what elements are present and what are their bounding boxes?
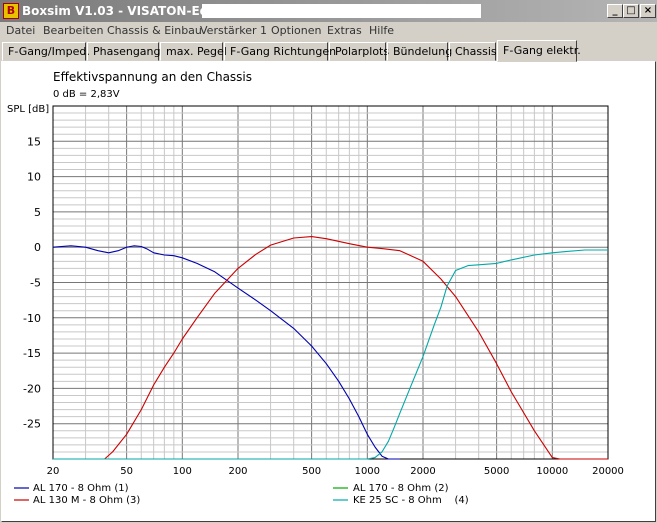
tab-chassis[interactable]: Chassis bbox=[449, 42, 497, 61]
tab-f-gang-elektr[interactable]: F-Gang elektr. bbox=[497, 40, 581, 62]
menu-optionen[interactable]: Optionen bbox=[271, 24, 321, 37]
grid bbox=[53, 106, 608, 459]
tab-phasengang[interactable]: Phasengang bbox=[87, 42, 161, 61]
series-lines bbox=[52, 236, 608, 460]
menu-bar: Datei Bearbeiten Chassis & Einbau Verstä… bbox=[0, 22, 657, 40]
title-bar: B Boxsim V1.03 - VISATON-Edition _ □ × bbox=[0, 0, 657, 22]
y-tick-label: 10 bbox=[27, 171, 41, 184]
chart: Effektivspannung an den Chassis 0 dB = 2… bbox=[7, 70, 624, 506]
tab-polarplots[interactable]: Polarplots bbox=[329, 42, 389, 61]
y-tick-labels: -25 -20 -15 -10 -5 0 5 10 15 bbox=[23, 135, 41, 430]
x-tick-label: 500 bbox=[302, 466, 321, 477]
x-tick-label: 200 bbox=[228, 466, 247, 477]
legend: AL 170 - 8 Ohm (1) AL 130 M - 8 Ohm (3) … bbox=[14, 483, 469, 506]
y-axis-label: SPL [dB] bbox=[7, 104, 49, 115]
series-line-2 bbox=[53, 236, 608, 460]
app-icon[interactable]: B bbox=[3, 3, 19, 19]
legend-label-series-2: AL 170 - 8 Ohm (2) bbox=[353, 483, 449, 494]
chart-panel: Effektivspannung an den Chassis 0 dB = 2… bbox=[1, 61, 656, 522]
tab-buendelung[interactable]: Bündelung bbox=[387, 42, 452, 61]
tab-max-pegel[interactable]: max. Pegel bbox=[160, 42, 227, 61]
x-tick-label: 2000 bbox=[410, 466, 435, 477]
x-tick-label: 20000 bbox=[592, 466, 624, 477]
chart-title: Effektivspannung an den Chassis bbox=[53, 70, 252, 84]
title-field bbox=[202, 4, 481, 18]
series-line-1 bbox=[52, 245, 400, 460]
x-tick-label: 1000 bbox=[355, 466, 380, 477]
y-tick-label: -20 bbox=[23, 382, 41, 395]
menu-datei[interactable]: Datei bbox=[6, 24, 35, 37]
y-tick-label: -10 bbox=[23, 312, 41, 325]
tab-row: F-Gang/Imped. Phasengang max. Pegel F-Ga… bbox=[0, 40, 657, 62]
menu-bearbeiten[interactable]: Bearbeiten bbox=[43, 24, 103, 37]
menu-hilfe[interactable]: Hilfe bbox=[369, 24, 394, 37]
y-tick-label: 15 bbox=[27, 135, 41, 148]
y-tick-label: 5 bbox=[34, 206, 41, 219]
menu-extras[interactable]: Extras bbox=[327, 24, 362, 37]
close-button[interactable]: × bbox=[640, 4, 656, 18]
legend-label-series-4: KE 25 SC - 8 Ohm (4) bbox=[353, 495, 469, 506]
x-tick-label: 10000 bbox=[536, 466, 568, 477]
menu-verstaerker[interactable]: Verstärker 1 bbox=[200, 24, 267, 37]
x-tick-label: 100 bbox=[173, 466, 192, 477]
x-tick-label: 20 bbox=[47, 466, 60, 477]
tab-f-gang-richtungen[interactable]: F-Gang Richtungen bbox=[224, 42, 336, 61]
y-tick-label: 0 bbox=[34, 241, 41, 254]
minimize-button[interactable]: _ bbox=[607, 4, 623, 18]
series-line-4 bbox=[53, 249, 608, 460]
maximize-button[interactable]: □ bbox=[623, 4, 639, 18]
x-tick-label: 5000 bbox=[484, 466, 509, 477]
tab-f-gang-imped[interactable]: F-Gang/Imped. bbox=[2, 42, 90, 61]
x-tick-labels: 20 50 100 200 500 1000 2000 5000 10000 20000 bbox=[47, 466, 624, 477]
legend-label-series-3: AL 130 M - 8 Ohm (3) bbox=[33, 495, 140, 506]
y-tick-label: -25 bbox=[23, 418, 41, 431]
legend-label-series-1: AL 170 - 8 Ohm (1) bbox=[33, 483, 129, 494]
x-tick-label: 50 bbox=[120, 466, 133, 477]
chart-subtitle: 0 dB = 2,83V bbox=[53, 89, 120, 100]
y-tick-label: -15 bbox=[23, 347, 41, 360]
menu-chassis-einbau[interactable]: Chassis & Einbau bbox=[107, 24, 202, 37]
y-tick-label: -5 bbox=[30, 277, 41, 290]
